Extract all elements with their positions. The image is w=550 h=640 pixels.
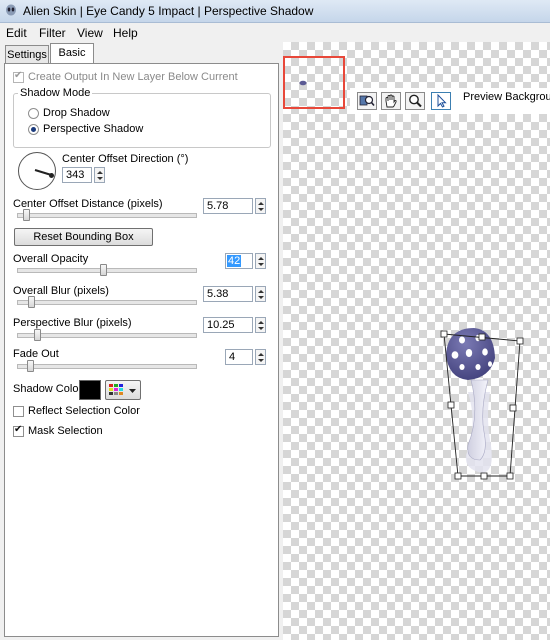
menu-view[interactable]: View (77, 26, 103, 40)
reset-bounding-box-button[interactable]: Reset Bounding Box (14, 228, 153, 246)
menu-filter[interactable]: Filter (39, 26, 66, 40)
perspective-blur-slider-track[interactable] (17, 333, 197, 338)
zoom-compare-tool[interactable] (357, 92, 377, 110)
pointer-icon (437, 93, 447, 108)
pointer-tool[interactable] (431, 92, 451, 110)
fade-out-slider-thumb[interactable] (27, 360, 34, 372)
center-offset-direction-label: Center Offset Direction (°) (62, 153, 189, 165)
hand-tool[interactable] (381, 92, 401, 110)
alien-skin-app-icon (6, 4, 16, 16)
center-offset-distance-spinner[interactable] (255, 198, 266, 214)
perspective-blur-slider-thumb[interactable] (34, 329, 41, 341)
shadow-color-label: Shadow Color (13, 383, 83, 395)
perspective-blur-spinner[interactable] (255, 317, 266, 333)
drop-shadow-label[interactable]: Drop Shadow (43, 107, 110, 119)
fade-out-slider-track[interactable] (17, 364, 197, 369)
overall-blur-label: Overall Blur (pixels) (13, 285, 109, 297)
perspective-blur-label: Perspective Blur (pixels) (13, 317, 132, 329)
color-grid-icon (109, 384, 123, 395)
perspective-shadow-radio[interactable] (28, 124, 39, 135)
overall-blur-input[interactable]: 5.38 (203, 286, 253, 302)
fade-out-input[interactable]: 4 (225, 349, 253, 365)
preview-background-label[interactable]: Preview Background (463, 91, 550, 103)
mask-selection-label[interactable]: Mask Selection (28, 425, 103, 437)
overall-opacity-slider-track[interactable] (17, 268, 197, 273)
menu-help[interactable]: Help (113, 26, 138, 40)
overall-opacity-slider-thumb[interactable] (100, 264, 107, 276)
drop-shadow-radio[interactable] (28, 108, 39, 119)
menu-edit[interactable]: Edit (6, 26, 27, 40)
center-offset-direction-input[interactable]: 343 (62, 167, 92, 183)
create-output-checkbox[interactable] (13, 70, 24, 83)
color-palette-dropdown[interactable] (105, 380, 141, 400)
shadow-color-swatch[interactable] (79, 380, 101, 400)
perspective-shadow-label[interactable]: Perspective Shadow (43, 123, 143, 135)
overall-blur-slider-thumb[interactable] (28, 296, 35, 308)
center-offset-distance-slider-track[interactable] (17, 213, 197, 218)
create-output-label: Create Output In New Layer Below Current (28, 71, 238, 83)
overall-opacity-input[interactable]: 42 (225, 253, 253, 269)
overall-opacity-label: Overall Opacity (13, 253, 89, 265)
fade-out-label: Fade Out (13, 348, 59, 360)
shadow-mode-group (13, 93, 271, 148)
perspective-blur-input[interactable]: 10.25 (203, 317, 253, 333)
center-offset-distance-label: Center Offset Distance (pixels) (13, 198, 163, 210)
tab-settings[interactable]: Settings (5, 45, 49, 64)
hand-icon (385, 94, 397, 108)
fade-out-spinner[interactable] (255, 349, 266, 365)
center-offset-distance-input[interactable]: 5.78 (203, 198, 253, 214)
overall-opacity-spinner[interactable] (255, 253, 266, 269)
reflect-selection-color-label[interactable]: Reflect Selection Color (28, 405, 140, 417)
chevron-down-icon (129, 389, 136, 393)
navigator-mini-shadow (299, 80, 307, 86)
menu-bar: Edit Filter View Help (0, 23, 550, 42)
mushroom-preview-image (440, 328, 524, 480)
zoom-icon (409, 94, 422, 108)
reflect-selection-color-checkbox[interactable] (13, 406, 24, 417)
shadow-mode-label: Shadow Mode (18, 87, 93, 99)
overall-blur-spinner[interactable] (255, 286, 266, 302)
navigator-thumbnail[interactable] (283, 56, 345, 109)
center-offset-distance-slider-thumb[interactable] (23, 209, 30, 221)
mask-selection-checkbox[interactable] (13, 424, 24, 437)
center-offset-direction-spinner[interactable] (94, 167, 105, 183)
direction-dial-handle[interactable] (49, 173, 54, 178)
window-title: Alien Skin | Eye Candy 5 Impact | Perspe… (23, 4, 314, 18)
zoom-compare-icon (359, 95, 375, 107)
tab-basic[interactable]: Basic (50, 43, 94, 63)
title-bar: Alien Skin | Eye Candy 5 Impact | Perspe… (0, 0, 550, 23)
zoom-tool[interactable] (405, 92, 425, 110)
overall-blur-slider-track[interactable] (17, 300, 197, 305)
